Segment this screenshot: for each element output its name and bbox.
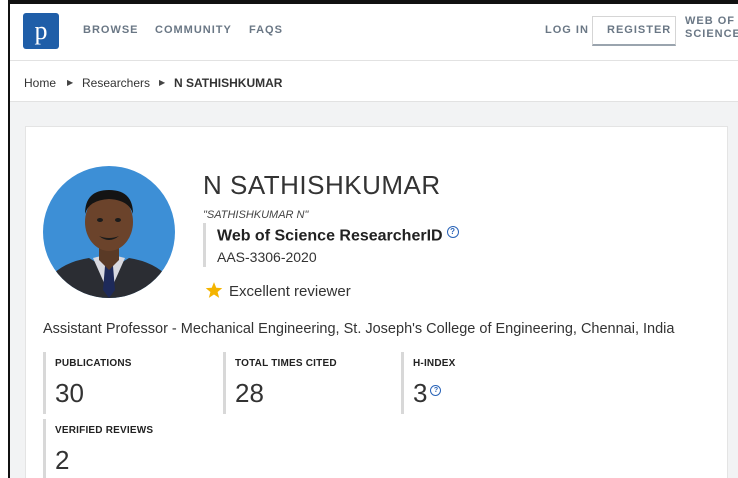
nav-faqs-link[interactable]: FAQS [249,24,283,36]
metric-value: 2 [55,445,70,475]
metric-label: VERIFIED REVIEWS [55,425,154,436]
breadcrumb-home[interactable]: Home [24,76,56,90]
metric-value: 3 [413,378,428,408]
researcher-id-label: Web of Science ResearcherID [217,227,443,245]
metric-verified-reviews[interactable]: VERIFIED REVIEWS 2 [43,419,153,478]
wos-line-1: WEB OF [685,15,735,27]
researcher-name: N SATHISHKUMAR [203,170,441,200]
top-nav: p BROWSE COMMUNITY FAQS LOG IN REGISTER … [10,4,738,61]
metric-value: 28 [235,378,264,408]
profile-avatar [43,166,175,298]
wos-line-2: SCIENCE [685,28,738,40]
help-circle-icon[interactable]: ? [446,226,459,238]
metric-h-index[interactable]: H-INDEX 3? [401,352,456,414]
page: p BROWSE COMMUNITY FAQS LOG IN REGISTER … [10,4,738,478]
excellent-reviewer-badge: Excellent reviewer [205,281,351,300]
metric-label: PUBLICATIONS [55,358,132,369]
breadcrumb-current: N SATHISHKUMAR [174,76,283,90]
publons-logo[interactable]: p [23,13,59,49]
metric-value-row: 3? [413,378,456,409]
metric-total-times-cited[interactable]: TOTAL TIMES CITED 28 [223,352,337,414]
login-link[interactable]: LOG IN [545,24,589,36]
nav-browse-link[interactable]: BROWSE [83,24,139,36]
researcher-id-block: Web of Science ResearcherID? AAS-3306-20… [203,223,459,267]
badge-label: Excellent reviewer [229,283,351,300]
breadcrumb-researchers[interactable]: Researchers [82,76,150,90]
metric-label: TOTAL TIMES CITED [235,358,337,369]
profile-card: N SATHISHKUMAR "SATHISHKUMAR N" Web of S… [25,126,728,478]
help-circle-icon[interactable]: ? [430,385,442,397]
metric-value: 30 [55,378,84,408]
star-icon [205,282,223,298]
web-of-science-link[interactable]: WEB OF SCIENCE [685,15,738,41]
metric-publications[interactable]: PUBLICATIONS 30 [43,352,132,414]
researcher-affiliation: Assistant Professor - Mechanical Enginee… [43,321,675,337]
researcher-id-value: AAS-3306-2020 [217,249,317,266]
breadcrumb: Home ▶ Researchers ▶ N SATHISHKUMAR [10,61,738,102]
window-left-border [0,0,10,478]
chevron-right-icon: ▶ [67,78,74,87]
researcher-id-label-row: Web of Science ResearcherID? [217,226,459,245]
researcher-alias: "SATHISHKUMAR N" [203,209,309,221]
nav-community-link[interactable]: COMMUNITY [155,24,232,36]
metric-label: H-INDEX [413,358,456,369]
chevron-right-icon: ▶ [159,78,166,87]
register-label[interactable]: REGISTER [607,24,671,36]
